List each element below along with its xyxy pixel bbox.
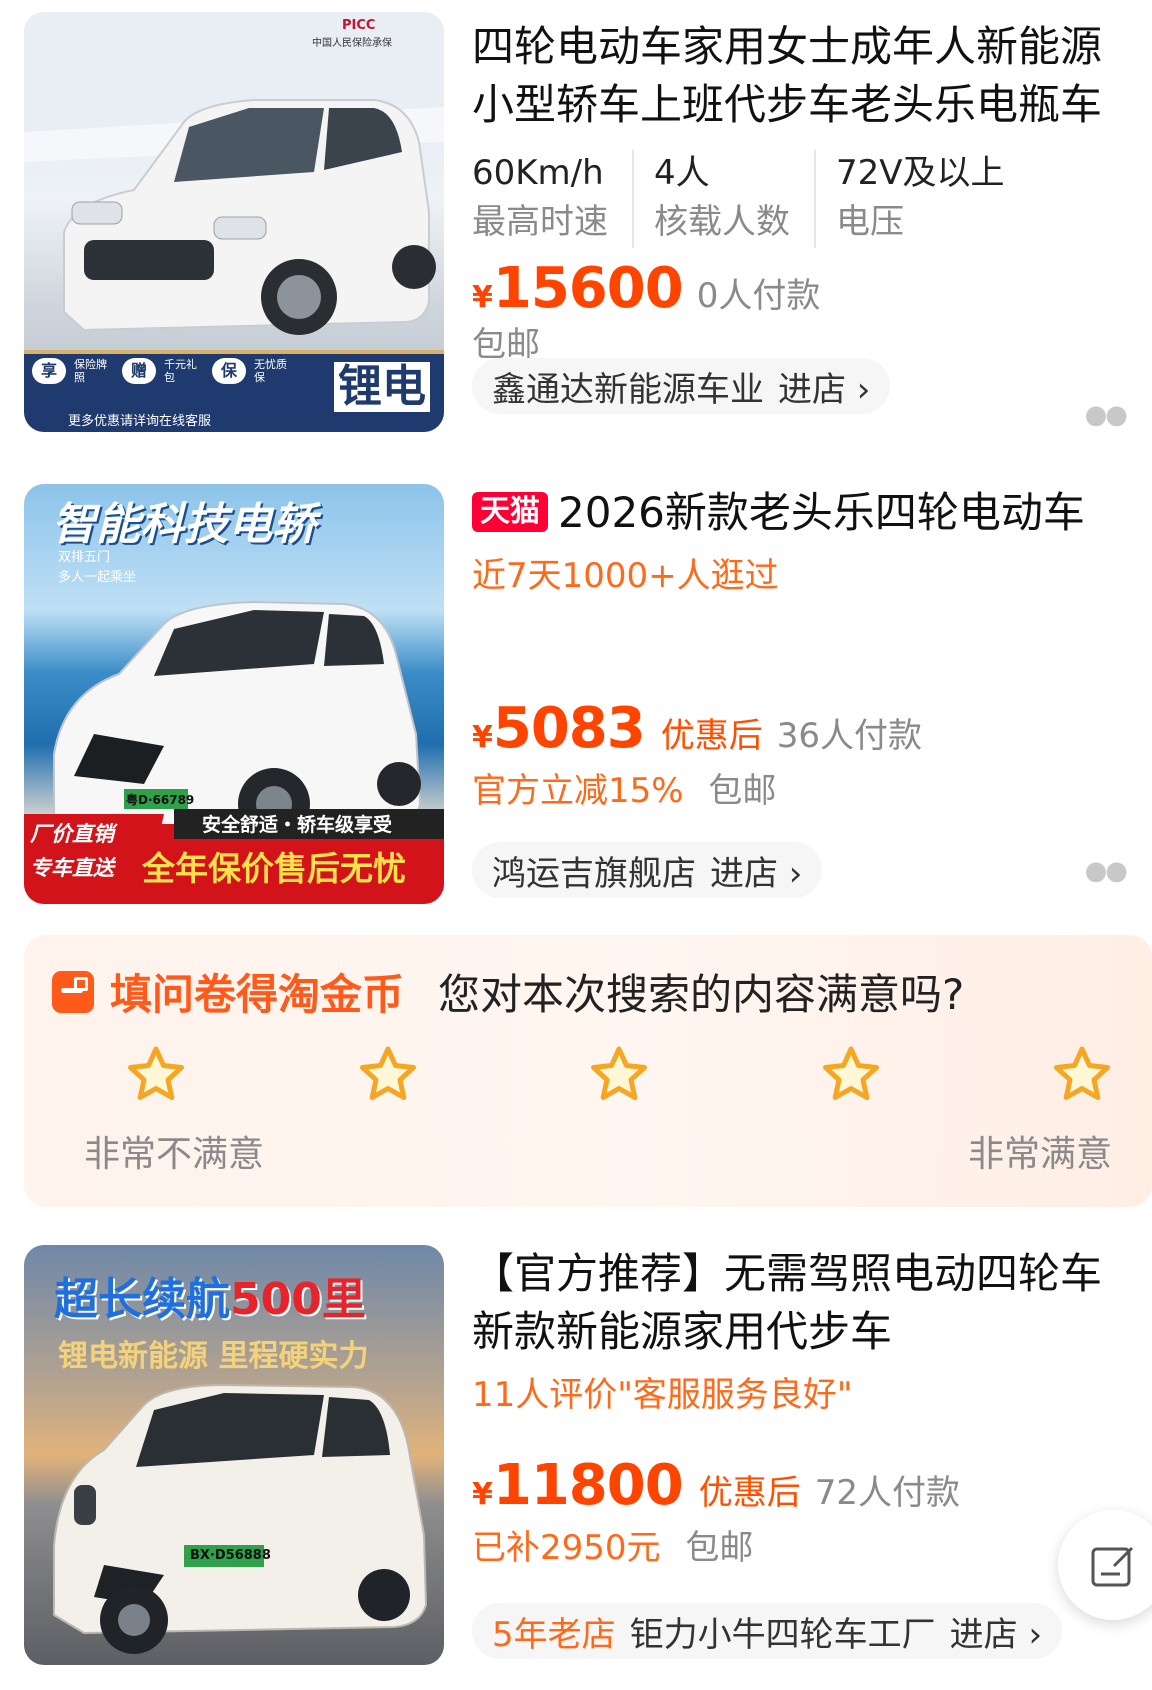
tmall-badge: 天猫 <box>472 492 548 532</box>
image-headline: 超长续航500里 <box>54 1263 366 1327</box>
shop-entry[interactable]: 5年老店 钜力小牛四轮车工厂 进店 › <box>472 1603 1063 1659</box>
spec-list: 60Km/h 最高时速 4人 核载人数 72V及以上 电压 <box>472 150 1132 248</box>
product-card[interactable]: PICC 中国人民保险承保 享 保险牌照 赠 千元礼包 保 无忧质保 更多优惠请… <box>0 12 1152 432</box>
product-image[interactable]: PICC 中国人民保险承保 享 保险牌照 赠 千元礼包 保 无忧质保 更多优惠请… <box>24 12 444 432</box>
badge-warranty-icon: 保 <box>212 358 246 384</box>
rating-stars <box>124 1043 1114 1107</box>
spec-item: 4人 核载人数 <box>654 150 816 248</box>
spec-label: 核载人数 <box>654 202 790 242</box>
star-5-icon[interactable] <box>1050 1043 1114 1107</box>
title-line: 【官方推荐】无需驾照电动四轮车 <box>472 1249 1103 1298</box>
price-value: 11800 <box>492 1453 684 1518</box>
image-subtitle: 双排五门 <box>58 550 111 565</box>
spec-item: 72V及以上 电压 <box>836 150 1029 248</box>
discount-tag: 官方立减15% <box>472 771 684 811</box>
star-2-icon[interactable] <box>356 1043 420 1107</box>
star-4-icon[interactable] <box>819 1043 883 1107</box>
badge-label: 无忧质保 <box>254 358 287 384</box>
promo-badges: 享 保险牌照 赠 千元礼包 保 无忧质保 <box>32 358 294 384</box>
brand-subtitle: 中国人民保险承保 <box>312 38 392 49</box>
title-line: 四轮电动车家用女士成年人新能源 <box>472 22 1103 71</box>
spec-label: 最高时速 <box>472 202 608 242</box>
star-1-icon[interactable] <box>124 1043 188 1107</box>
currency-symbol: ¥ <box>472 1477 493 1512</box>
product-title[interactable]: 四轮电动车家用女士成年人新能源 小型轿车上班代步车老头乐电瓶车 <box>472 18 1132 134</box>
image-banner: 全年保价售后无忧 <box>142 849 406 888</box>
paid-count: 36人付款 <box>776 716 922 756</box>
enter-shop-link[interactable]: 进店 › <box>710 846 802 895</box>
paid-count: 72人付款 <box>814 1473 960 1513</box>
shop-entry[interactable]: 鑫通达新能源车业 进店 › <box>472 358 891 414</box>
promo-row: 官方立减15% 包邮 <box>472 767 1132 815</box>
image-headline: 智能科技电轿 <box>52 499 316 550</box>
image-headline-part: 超长续航 <box>54 1274 230 1325</box>
image-headline-part: 500里 <box>230 1274 366 1325</box>
price-row: ¥ 5083 优惠后 36人付款 <box>472 696 1132 761</box>
spec-value: 60Km/h <box>472 153 604 193</box>
image-footer: 更多优惠请详询在线客服 <box>68 414 212 429</box>
product-image[interactable]: 超长续航500里 锂电新能源 里程硬实力 BX·D56888 <box>24 1245 444 1665</box>
price-note: 优惠后 <box>698 1473 801 1513</box>
shipping-tag: 包邮 <box>685 1528 754 1568</box>
title-text: 2026新款老头乐四轮电动车 <box>558 488 1085 537</box>
badge-label: 保险牌照 <box>74 358 107 384</box>
price-note: 优惠后 <box>660 716 763 756</box>
star-3-icon[interactable] <box>587 1043 651 1107</box>
image-subtitle: 多人一起乘坐 <box>58 570 137 585</box>
spec-value: 72V及以上 <box>836 153 1005 193</box>
shipping-tag: 包邮 <box>708 771 777 811</box>
badge-share-icon: 享 <box>32 358 66 384</box>
subsidy-tag: 已补2950元 <box>472 1528 661 1568</box>
image-plate: 粤D·66789 <box>126 793 195 807</box>
promo-row: 已补2950元 包邮 <box>472 1524 1132 1572</box>
review-summary: 11人评价"客服服务良好" <box>472 1375 853 1415</box>
rating-max-label: 非常满意 <box>967 1134 1112 1175</box>
shop-name: 鸿运吉旗舰店 <box>492 853 696 894</box>
enter-shop-link[interactable]: 进店 › <box>778 362 870 411</box>
survey-reward[interactable]: 填问卷得淘金币 <box>110 961 404 1022</box>
image-plate: BX·D56888 <box>190 1548 271 1563</box>
image-side-text: 锂电 <box>334 362 430 412</box>
shop-age-tag: 5年老店 <box>492 1614 616 1655</box>
edit-note-icon <box>1091 1546 1134 1587</box>
product-title[interactable]: 天猫 2026新款老头乐四轮电动车 <box>472 484 1132 542</box>
badge-gift-icon: 赠 <box>122 358 156 384</box>
shop-name: 钜力小牛四轮车工厂 <box>629 1614 936 1655</box>
visit-count: 近7天1000+人逛过 <box>472 556 779 596</box>
price-value: 5083 <box>492 696 646 761</box>
currency-symbol: ¥ <box>472 720 493 755</box>
product-card[interactable]: 超长续航500里 锂电新能源 里程硬实力 BX·D56888 【官方推荐】无需驾… <box>0 1245 1152 1665</box>
survey-header: 填问卷得淘金币 您对本次搜索的内容满意吗? <box>52 961 964 1022</box>
price-row: ¥ 11800 优惠后 72人付款 <box>472 1453 1132 1518</box>
spec-label: 电压 <box>836 202 904 242</box>
spec-value: 4人 <box>654 153 710 193</box>
title-line: 小型轿车上班代步车老头乐电瓶车 <box>472 80 1103 129</box>
shop-entry[interactable]: 鸿运吉旗舰店 进店 › <box>472 842 823 898</box>
currency-symbol: ¥ <box>472 280 493 315</box>
title-line: 新款新能源家用代步车 <box>472 1307 893 1356</box>
paid-count: 0人付款 <box>696 276 821 316</box>
brand-logo: PICC <box>342 18 376 33</box>
image-subtitle: 锂电新能源 里程硬实力 <box>58 1339 369 1374</box>
rating-min-label: 非常不满意 <box>84 1134 265 1175</box>
shop-name: 鑫通达新能源车业 <box>492 369 764 410</box>
survey-edit-icon <box>52 970 94 1013</box>
enter-shop-link[interactable]: 进店 › <box>950 1607 1042 1656</box>
more-options-icon[interactable]: ●● <box>1085 400 1128 430</box>
price-value: 15600 <box>492 256 684 321</box>
survey-card: 填问卷得淘金币 您对本次搜索的内容满意吗? 非常不满意 非常满意 <box>24 935 1152 1207</box>
image-corner-label: 专车直送 <box>30 856 114 880</box>
image-comfort: 安全舒适・轿车级享受 <box>202 814 393 836</box>
badge-label: 千元礼包 <box>164 358 197 384</box>
survey-question: 您对本次搜索的内容满意吗? <box>438 970 965 1019</box>
product-image[interactable]: 智能科技电轿 双排五门 多人一起乘坐 粤D·66789 安全舒适・轿车级享受 厂… <box>24 484 444 904</box>
image-corner-label: 厂价直销 <box>30 822 114 846</box>
spec-item: 60Km/h 最高时速 <box>472 150 634 248</box>
product-card[interactable]: 智能科技电轿 双排五门 多人一起乘坐 粤D·66789 安全舒适・轿车级享受 厂… <box>0 484 1152 904</box>
more-options-icon[interactable]: ●● <box>1085 856 1128 886</box>
price-row: ¥ 15600 0人付款 <box>472 256 1132 321</box>
product-title[interactable]: 【官方推荐】无需驾照电动四轮车 新款新能源家用代步车 <box>472 1245 1132 1361</box>
